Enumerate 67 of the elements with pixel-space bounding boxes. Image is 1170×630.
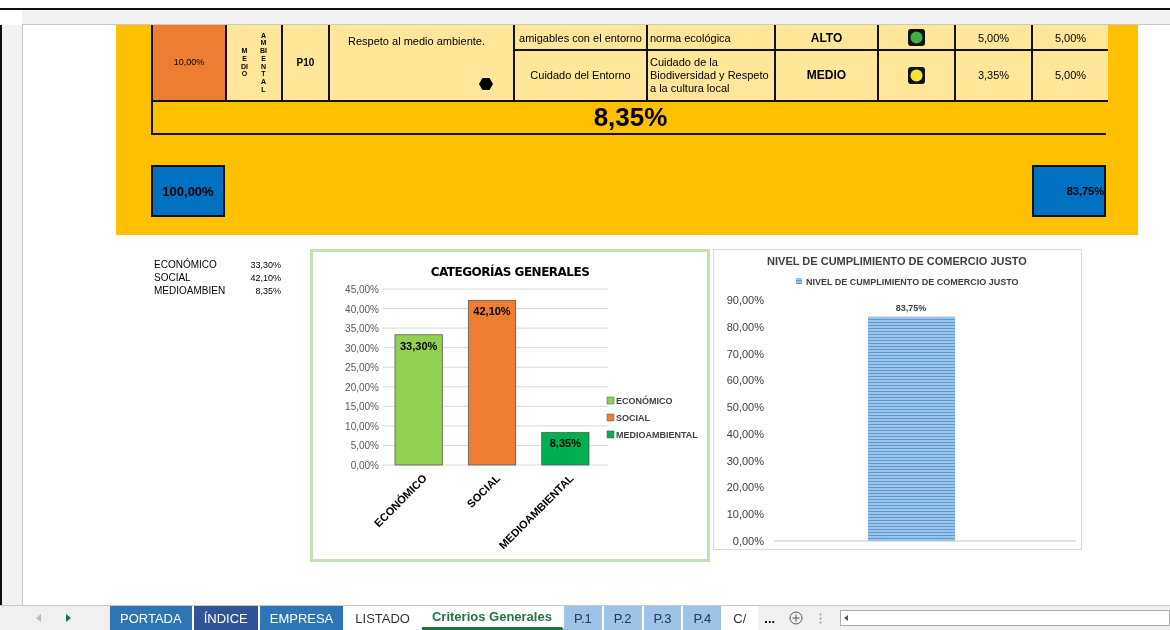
criterion-cell: amigables con el entorno <box>515 25 648 51</box>
weight-cell: 10,00% <box>153 25 227 102</box>
axis-label: 45,00% <box>345 284 379 295</box>
status-light-icon <box>908 28 925 46</box>
description-cell: Cuidado de la Biodiversidad y Respeto a la cultura local <box>648 51 776 102</box>
axis-label: 35,00% <box>345 323 379 335</box>
data-label: 8,35% <box>549 437 581 450</box>
sheet-tab[interactable]: LISTADO <box>345 606 422 630</box>
axis-label: 20,00% <box>345 381 379 393</box>
axis-label: 40,00% <box>726 427 764 440</box>
legend-label: SOCIAL <box>616 413 650 423</box>
data-label: 42,10% <box>473 305 511 318</box>
more-tabs-button[interactable]: ... <box>758 610 782 626</box>
chart-title: CATEGORÍAS GENERALES <box>430 265 590 279</box>
total-cell: 100,00% <box>151 165 225 217</box>
principle-cell: Respeto al medio ambiente. <box>330 25 515 102</box>
axis-label: 80,00% <box>726 320 764 333</box>
hexagon-icon <box>479 78 493 90</box>
axis-label: 30,00% <box>345 342 379 354</box>
description-cell: norma ecológica <box>648 25 776 51</box>
summary-value: 42,10% <box>250 272 281 284</box>
value-cell: 5,00% <box>956 25 1033 51</box>
chart-title: NIVEL DE CUMPLIMIENTO DE COMERCIO JUSTO <box>767 255 1027 267</box>
max-cell: 5,00% <box>1033 51 1108 102</box>
sheet-tab[interactable]: EMPRESA <box>259 606 346 630</box>
axis-label: 5,00% <box>350 440 379 452</box>
horizontal-scrollbar[interactable] <box>840 610 1170 626</box>
code-cell: P10 <box>283 25 330 102</box>
sheet-tab[interactable]: Criterios Generales <box>421 606 564 630</box>
sheet-tab[interactable]: PORTADA <box>110 606 194 630</box>
axis-label: 30,00% <box>726 454 764 467</box>
axis-label: 40,00% <box>345 303 379 315</box>
axis-label: 10,00% <box>345 420 379 432</box>
criterion-cell: Cuidado del Entorno <box>515 51 648 102</box>
max-cell: 5,00% <box>1033 25 1108 51</box>
axis-label: 50,00% <box>726 401 764 414</box>
value-cell: 3,35% <box>956 51 1033 102</box>
summary-value: 8,35% <box>254 285 281 297</box>
axis-label: 10,00% <box>726 508 764 521</box>
axis-label: 60,00% <box>726 374 764 387</box>
sheet-tab[interactable]: ÍNDICE <box>193 606 260 630</box>
legend-label: ECONÓMICO <box>616 396 673 406</box>
axis-label: 70,00% <box>726 347 764 360</box>
axis-label: 25,00% <box>345 362 379 374</box>
axis-label: 15,00% <box>345 401 379 413</box>
total-cell: 83,75% <box>1032 165 1106 217</box>
summary-label: MEDIOAMBIEN <box>154 285 227 297</box>
sheet-tab[interactable]: P.3 <box>643 606 684 630</box>
axis-label: 0,00% <box>350 460 379 471</box>
axis-label: 0,00% <box>732 535 764 547</box>
axis-label: 90,00% <box>726 294 764 306</box>
legend-label: MEDIOAMBIENTAL <box>616 430 698 440</box>
level-cell: ALTO <box>776 25 879 51</box>
sheet-tab[interactable]: P.4 <box>683 606 724 630</box>
status-light-icon <box>908 67 925 84</box>
data-label: 83,75% <box>895 302 927 313</box>
legend-label: NIVEL DE CUMPLIMIENTO DE COMERCIO JUSTO <box>806 277 1019 287</box>
summary-value: 33,30% <box>250 259 281 271</box>
level-cell: MEDIO <box>776 51 879 102</box>
data-label: 33,30% <box>400 339 438 352</box>
sheet-tab[interactable]: P.2 <box>603 606 644 630</box>
sheet-tab[interactable]: C/ <box>723 606 759 630</box>
summary-label: SOCIAL <box>154 272 192 284</box>
summary-label: ECONÓMICO <box>154 259 218 271</box>
sheet-tab[interactable]: P.1 <box>563 606 604 630</box>
axis-label: 20,00% <box>726 481 764 494</box>
right-arrow-icon[interactable] <box>65 614 71 622</box>
